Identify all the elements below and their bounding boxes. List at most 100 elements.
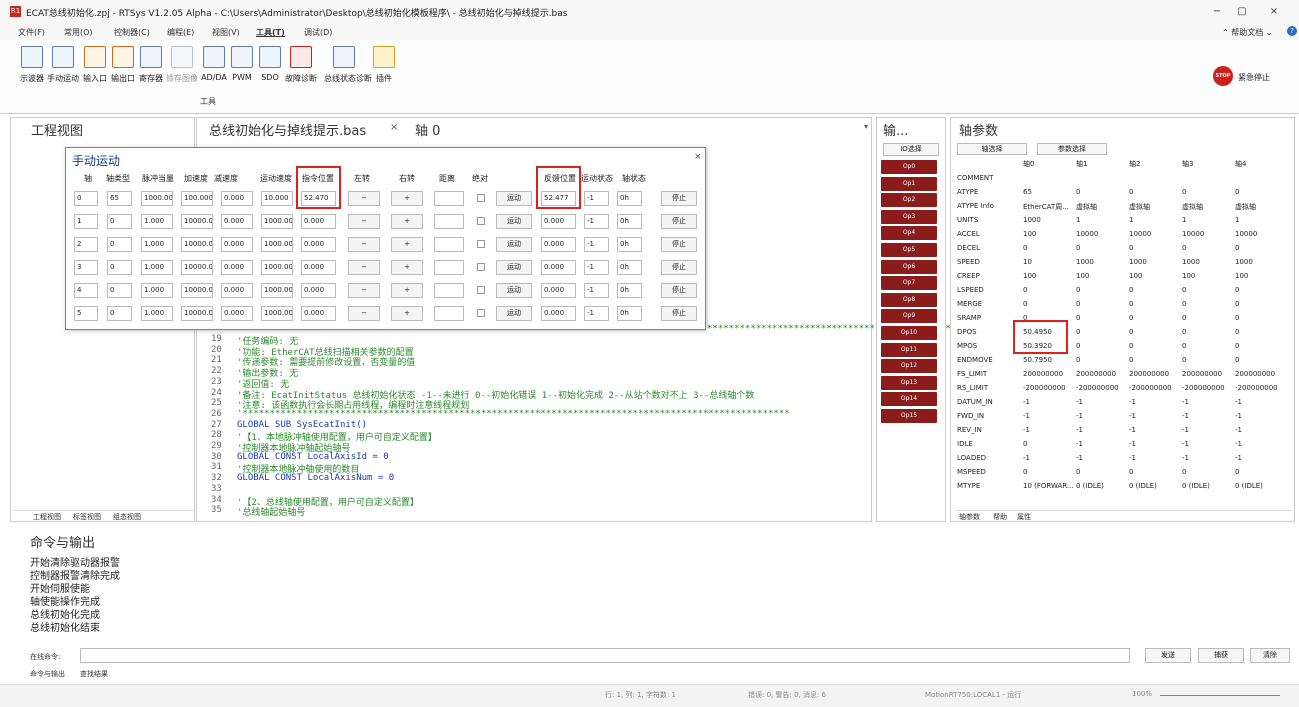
param-cell[interactable]: 0 [1129,356,1133,364]
param-cell[interactable]: 0 [1129,314,1133,322]
axis-type-field[interactable]: 0 [107,214,132,229]
jog-left-button[interactable]: − [348,306,380,321]
run-button[interactable]: 运动 [496,237,532,252]
param-cell[interactable]: 0 (IDLE) [1235,482,1263,490]
param-cell[interactable]: 100 [1076,272,1089,280]
units-field[interactable]: 1.000 [141,214,173,229]
help-docs-menu[interactable]: ⌃ 帮助文档 ⌄ [1222,27,1273,38]
dpos-field[interactable]: 0.000 [301,306,336,321]
param-cell[interactable]: 0 [1182,314,1186,322]
axis-select[interactable]: 0 [74,191,98,206]
param-cell[interactable]: -1 [1076,454,1083,462]
ad-da-tool[interactable]: AD/DA [201,46,227,82]
param-cell[interactable]: 10000 [1235,230,1257,238]
param-cell[interactable]: 0 [1129,286,1133,294]
fault-diagnosis-tool[interactable]: 故障诊断 [285,46,317,83]
tab-bas-file[interactable]: 总线初始化与掉线提示.bas [209,120,366,139]
speed-field[interactable]: 1000.00 [261,283,293,298]
stop-button[interactable]: 停止 [661,191,697,206]
param-cell[interactable]: 200000000 [1023,370,1063,378]
dialog-close-button[interactable]: × [694,152,702,162]
code-line[interactable]: '***************************************… [237,409,790,419]
stop-button[interactable]: 停止 [661,306,697,321]
jog-left-button[interactable]: − [348,283,380,298]
io-output-button[interactable]: Op13 [881,375,937,390]
io-output-button[interactable]: Op8 [881,292,937,307]
maximize-button[interactable]: ▢ [1230,4,1254,20]
axis-select[interactable]: 5 [74,306,98,321]
tab-config-view[interactable]: 组态视图 [113,512,141,522]
stop-button[interactable]: 停止 [661,283,697,298]
param-cell[interactable]: 0 [1235,286,1239,294]
param-cell[interactable]: 虚拟轴 [1235,202,1256,212]
param-cell[interactable]: 0 [1023,468,1027,476]
param-cell[interactable]: 0 [1235,468,1239,476]
param-cell[interactable]: 0 [1129,300,1133,308]
param-cell[interactable]: 1000 [1235,258,1253,266]
tab-search-results[interactable]: 查找结果 [80,669,108,679]
jog-left-button[interactable]: − [348,260,380,275]
param-cell[interactable]: 0 (IDLE) [1076,482,1104,490]
param-cell[interactable]: 0 [1129,468,1133,476]
param-cell[interactable]: 10000 [1076,230,1098,238]
param-cell[interactable]: 10 [1023,258,1032,266]
param-cell[interactable]: 1 [1076,216,1080,224]
menu-tools[interactable]: 工具(T) [256,27,285,38]
jog-right-button[interactable]: + [391,260,423,275]
param-cell[interactable]: 0 [1023,244,1027,252]
param-cell[interactable]: 200000000 [1076,370,1116,378]
param-cell[interactable]: -200000000 [1023,384,1066,392]
param-cell[interactable]: 0 [1235,314,1239,322]
run-button[interactable]: 运动 [496,191,532,206]
absolute-checkbox[interactable] [477,217,485,225]
pwm-tool[interactable]: PWM [230,46,254,82]
send-button[interactable]: 发送 [1145,648,1191,663]
param-cell[interactable]: 0 [1235,300,1239,308]
param-cell[interactable]: 100 [1182,272,1195,280]
param-cell[interactable]: -200000000 [1182,384,1225,392]
menu-controller[interactable]: 控制器(C) [114,27,150,38]
param-cell[interactable]: 100 [1235,272,1248,280]
jog-left-button[interactable]: − [348,214,380,229]
close-window-button[interactable]: × [1262,4,1286,20]
param-cell[interactable]: 0 [1235,356,1239,364]
jog-right-button[interactable]: + [391,191,423,206]
io-output-button[interactable]: Op6 [881,259,937,274]
param-cell[interactable]: 虚拟轴 [1076,202,1097,212]
units-field[interactable]: 1.000 [141,306,173,321]
stop-button[interactable]: 停止 [661,237,697,252]
param-cell[interactable]: 0 [1235,342,1239,350]
param-cell[interactable]: 65 [1023,188,1032,196]
tab-dropdown-icon[interactable]: ▾ [864,122,868,131]
param-cell[interactable]: 0 (IDLE) [1182,482,1210,490]
decel-field[interactable]: 0.000 [221,237,253,252]
param-cell[interactable]: 0 [1182,244,1186,252]
dpos-field[interactable]: 0.000 [301,260,336,275]
param-cell[interactable]: -200000000 [1129,384,1172,392]
emergency-stop-label[interactable]: 紧急停止 [1238,72,1270,83]
param-cell[interactable]: 0 [1182,286,1186,294]
param-cell[interactable]: 0 [1076,188,1080,196]
axis-select[interactable]: 1 [74,214,98,229]
tab-properties[interactable]: 属性 [1017,512,1031,522]
oscilloscope-tool[interactable]: 示波器 [20,46,44,83]
param-select-button[interactable]: 参数选择 [1037,143,1107,155]
output-tool[interactable]: 输出口 [111,46,135,83]
help-icon[interactable]: ? [1287,26,1297,36]
jog-left-button[interactable]: − [348,191,380,206]
code-line[interactable]: GLOBAL CONST LocalAxisNum = 0 [237,473,394,483]
param-cell[interactable]: 0 [1076,356,1080,364]
param-cell[interactable]: -1 [1235,398,1242,406]
param-cell[interactable]: -1 [1129,426,1136,434]
distance-field[interactable] [434,260,464,275]
tab-label-view[interactable]: 标签视图 [73,512,101,522]
units-field[interactable]: 1.000 [141,237,173,252]
param-cell[interactable]: -1 [1129,454,1136,462]
param-cell[interactable]: 0 [1182,188,1186,196]
menu-view[interactable]: 视图(V) [212,27,240,38]
param-cell[interactable]: -1 [1129,412,1136,420]
param-cell[interactable]: 1000 [1076,258,1094,266]
param-cell[interactable]: 0 [1023,300,1027,308]
param-cell[interactable]: 1000 [1182,258,1200,266]
param-cell[interactable]: 10 (FORWAR... [1023,482,1074,490]
